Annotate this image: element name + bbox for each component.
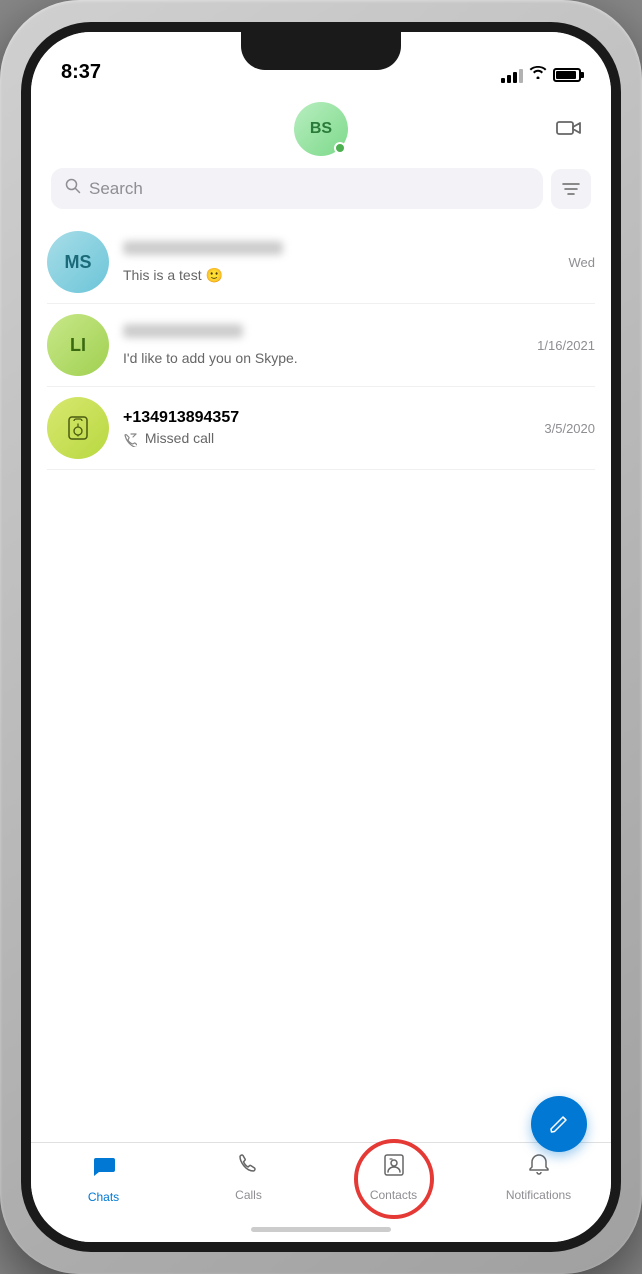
chat-item-li[interactable]: LI I'd like to add you on Skype. 1/16/20… xyxy=(47,304,595,387)
blurred-contact-name-2 xyxy=(123,324,243,338)
avatar-ms: MS xyxy=(47,231,109,293)
chat-info-phone: +134913894357 Missed call xyxy=(123,409,530,446)
chat-item-phone[interactable]: +134913894357 Missed call xyxy=(47,387,595,470)
blurred-contact-name xyxy=(123,241,283,255)
chat-date-phone: 3/5/2020 xyxy=(544,421,595,436)
app-header: BS xyxy=(31,92,611,164)
chat-name-phone: +134913894357 xyxy=(123,409,530,427)
chat-date-li: 1/16/2021 xyxy=(537,338,595,353)
chat-meta-ms: Wed xyxy=(569,255,596,270)
chat-preview-phone: Missed call xyxy=(123,430,530,446)
filter-button[interactable] xyxy=(551,169,591,209)
tab-chats-label: Chats xyxy=(88,1190,119,1204)
phone-frame: 8:37 xyxy=(0,0,642,1274)
tab-notifications[interactable]: Notifications xyxy=(466,1153,611,1202)
tab-calls[interactable]: Calls xyxy=(176,1153,321,1202)
tab-contacts-label: Contacts xyxy=(370,1188,417,1202)
wifi-icon xyxy=(529,65,547,84)
signal-icon xyxy=(501,67,523,83)
user-avatar[interactable]: BS xyxy=(294,102,348,156)
online-indicator xyxy=(334,142,346,154)
avatar-li: LI xyxy=(47,314,109,376)
search-icon xyxy=(65,178,81,199)
tab-notifications-label: Notifications xyxy=(506,1188,571,1202)
notifications-icon xyxy=(527,1153,551,1184)
chat-date-ms: Wed xyxy=(569,255,596,270)
calls-icon xyxy=(237,1153,261,1184)
search-input-container[interactable]: Search xyxy=(51,168,543,209)
search-placeholder: Search xyxy=(89,179,143,199)
status-time: 8:37 xyxy=(61,61,101,84)
chat-meta-li: 1/16/2021 xyxy=(537,338,595,353)
battery-icon xyxy=(553,68,581,82)
tab-calls-label: Calls xyxy=(235,1188,262,1202)
chat-item-ms[interactable]: MS This is a test 🙂 Wed xyxy=(47,221,595,304)
chat-info-li: I'd like to add you on Skype. xyxy=(123,324,523,366)
app-content: BS xyxy=(31,92,611,1242)
search-bar: Search xyxy=(51,168,591,209)
tab-contacts[interactable]: Contacts xyxy=(321,1153,466,1202)
screen: 8:37 xyxy=(31,32,611,1242)
notch xyxy=(241,32,401,70)
chats-icon xyxy=(91,1153,117,1186)
tab-chats[interactable]: Chats xyxy=(31,1153,176,1204)
chat-info-ms: This is a test 🙂 xyxy=(123,241,555,284)
home-indicator xyxy=(251,1227,391,1232)
chat-preview-ms: This is a test 🙂 xyxy=(123,267,555,284)
chat-preview-li: I'd like to add you on Skype. xyxy=(123,350,523,366)
compose-fab[interactable] xyxy=(531,1096,587,1152)
chat-name-ms xyxy=(123,241,555,264)
chat-list: MS This is a test 🙂 Wed LI xyxy=(31,221,611,1142)
status-icons xyxy=(501,65,581,84)
video-call-button[interactable] xyxy=(551,110,587,146)
phone-inner: 8:37 xyxy=(21,22,621,1252)
avatar-phone xyxy=(47,397,109,459)
contacts-icon xyxy=(382,1153,406,1184)
chat-meta-phone: 3/5/2020 xyxy=(544,421,595,436)
chat-name-li xyxy=(123,324,523,347)
